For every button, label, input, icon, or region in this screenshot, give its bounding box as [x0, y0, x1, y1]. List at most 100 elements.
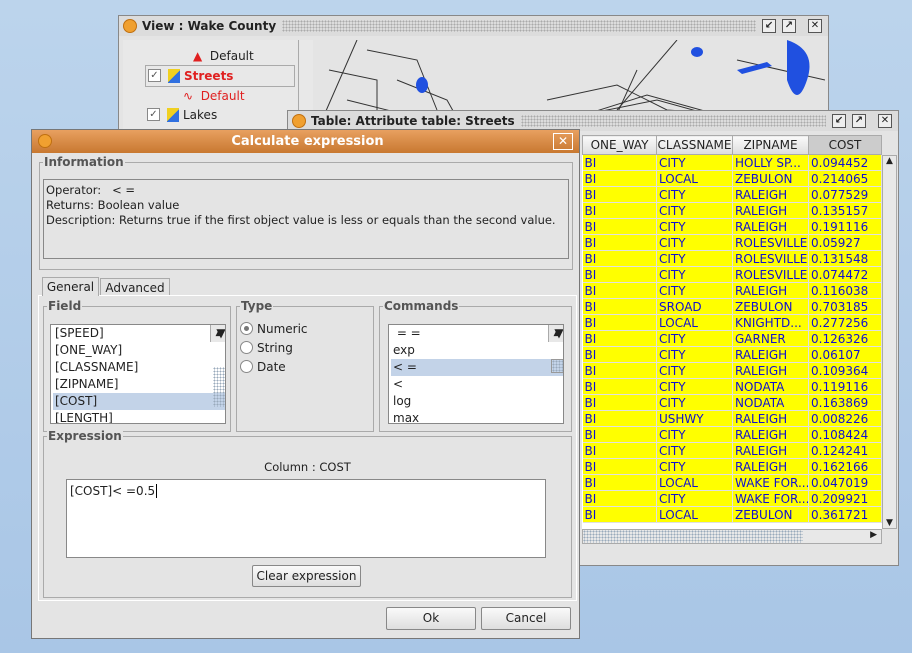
- table-cell[interactable]: 0.209921: [808, 490, 882, 507]
- table-cell[interactable]: BI: [582, 218, 657, 235]
- radio-icon[interactable]: [240, 322, 253, 335]
- command-item[interactable]: = =: [391, 325, 563, 342]
- table-cell[interactable]: 0.108424: [808, 426, 882, 443]
- table-cell[interactable]: NODATA: [732, 378, 809, 395]
- table-cell[interactable]: BI: [582, 314, 657, 331]
- table-cell[interactable]: CITY: [656, 362, 733, 379]
- table-cell[interactable]: 0.162166: [808, 458, 882, 475]
- table-cell[interactable]: 0.277256: [808, 314, 882, 331]
- radio-icon[interactable]: [240, 360, 253, 373]
- table-cell[interactable]: LOCAL: [656, 314, 733, 331]
- table-cell[interactable]: ROLESVILLE: [732, 234, 809, 251]
- field-item[interactable]: [CLASSNAME]: [53, 359, 225, 376]
- table-cell[interactable]: 0.135157: [808, 202, 882, 219]
- table-row[interactable]: BI CITY RALEIGH 0.06107: [582, 346, 882, 363]
- type-radio-date[interactable]: Date: [240, 357, 308, 376]
- table-cell[interactable]: 0.074472: [808, 266, 882, 283]
- column-header-zipname[interactable]: ZIPNAME: [732, 135, 809, 155]
- table-cell[interactable]: ZEBULON: [732, 170, 809, 187]
- table-cell[interactable]: CITY: [656, 394, 733, 411]
- table-cell[interactable]: KNIGHTD...: [732, 314, 809, 331]
- layer-checkbox[interactable]: ✓: [148, 69, 161, 82]
- table-cell[interactable]: 0.131548: [808, 250, 882, 267]
- command-item[interactable]: <: [391, 376, 563, 393]
- column-header-cost[interactable]: COST: [808, 135, 882, 155]
- field-list[interactable]: [SPEED] [ONE_WAY] [CLASSNAME] [ZIPNAME] [COS…: [50, 324, 226, 424]
- table-cell[interactable]: 0.119116: [808, 378, 882, 395]
- table-cell[interactable]: CITY: [656, 426, 733, 443]
- dialog-titlebar[interactable]: Calculate expression ✕: [32, 130, 579, 153]
- table-cell[interactable]: RALEIGH: [732, 410, 809, 427]
- close-icon[interactable]: ✕: [878, 114, 892, 128]
- table-cell[interactable]: BI: [582, 378, 657, 395]
- commands-list-scrollbar[interactable]: ▲ ▼: [548, 325, 563, 373]
- table-cell[interactable]: CITY: [656, 458, 733, 475]
- table-cell[interactable]: RALEIGH: [732, 282, 809, 299]
- table-row[interactable]: BI CITY RALEIGH 0.191116: [582, 218, 882, 235]
- table-cell[interactable]: RALEIGH: [732, 186, 809, 203]
- table-cell[interactable]: LOCAL: [656, 506, 733, 523]
- table-cell[interactable]: 0.094452: [808, 154, 882, 171]
- ok-button[interactable]: Ok: [386, 607, 476, 630]
- table-row[interactable]: BI LOCAL ZEBULON 0.361721: [582, 506, 882, 523]
- table-cell[interactable]: 0.077529: [808, 186, 882, 203]
- table-cell[interactable]: 0.361721: [808, 506, 882, 523]
- table-cell[interactable]: RALEIGH: [732, 346, 809, 363]
- table-cell[interactable]: BI: [582, 394, 657, 411]
- field-item[interactable]: [LENGTH]: [53, 410, 225, 423]
- table-cell[interactable]: BI: [582, 410, 657, 427]
- table-row[interactable]: BI CITY ROLESVILLE 0.05927: [582, 234, 882, 251]
- table-row[interactable]: BI CITY RALEIGH 0.077529: [582, 186, 882, 203]
- table-cell[interactable]: NODATA: [732, 394, 809, 411]
- table-row[interactable]: BI LOCAL WAKE FOR... 0.047019: [582, 474, 882, 491]
- table-cell[interactable]: BI: [582, 186, 657, 203]
- table-row[interactable]: BI CITY RALEIGH 0.135157: [582, 202, 882, 219]
- table-cell[interactable]: BI: [582, 170, 657, 187]
- table-cell[interactable]: GARNER: [732, 330, 809, 347]
- table-cell[interactable]: BI: [582, 458, 657, 475]
- table-horizontal-scrollbar[interactable]: ▶: [582, 529, 882, 544]
- tab-advanced[interactable]: Advanced: [100, 278, 170, 296]
- table-cell[interactable]: 0.05927: [808, 234, 882, 251]
- clear-expression-button[interactable]: Clear expression: [252, 565, 361, 587]
- close-icon[interactable]: ✕: [808, 19, 822, 33]
- table-cell[interactable]: LOCAL: [656, 474, 733, 491]
- maximize-icon[interactable]: ↗: [782, 19, 796, 33]
- table-cell[interactable]: CITY: [656, 346, 733, 363]
- view-titlebar[interactable]: View : Wake County ↙ ↗ ✕: [119, 16, 828, 36]
- table-cell[interactable]: BI: [582, 442, 657, 459]
- table-cell[interactable]: CITY: [656, 186, 733, 203]
- table-cell[interactable]: CITY: [656, 154, 733, 171]
- table-cell[interactable]: 0.06107: [808, 346, 882, 363]
- table-cell[interactable]: RALEIGH: [732, 442, 809, 459]
- table-row[interactable]: BI CITY RALEIGH 0.116038: [582, 282, 882, 299]
- table-cell[interactable]: USHWY: [656, 410, 733, 427]
- field-item[interactable]: [COST]: [53, 393, 225, 410]
- table-cell[interactable]: WAKE FOR...: [732, 490, 809, 507]
- table-cell[interactable]: CITY: [656, 330, 733, 347]
- table-cell[interactable]: 0.124241: [808, 442, 882, 459]
- table-cell[interactable]: ZEBULON: [732, 506, 809, 523]
- table-cell[interactable]: WAKE FOR...: [732, 474, 809, 491]
- table-row[interactable]: BI CITY ROLESVILLE 0.074472: [582, 266, 882, 283]
- type-radio-numeric[interactable]: Numeric: [240, 319, 308, 338]
- minimize-icon[interactable]: ↙: [762, 19, 776, 33]
- table-cell[interactable]: ROLESVILLE: [732, 266, 809, 283]
- table-cell[interactable]: CITY: [656, 202, 733, 219]
- table-cell[interactable]: BI: [582, 362, 657, 379]
- table-cell[interactable]: BI: [582, 298, 657, 315]
- table-cell[interactable]: CITY: [656, 266, 733, 283]
- table-row[interactable]: BI CITY ROLESVILLE 0.131548: [582, 250, 882, 267]
- field-item[interactable]: [ZIPNAME]: [53, 376, 225, 393]
- table-cell[interactable]: CITY: [656, 378, 733, 395]
- layer-streets[interactable]: ✓ Streets: [145, 65, 295, 87]
- table-cell[interactable]: BI: [582, 234, 657, 251]
- table-cell[interactable]: BI: [582, 330, 657, 347]
- cancel-button[interactable]: Cancel: [481, 607, 571, 630]
- layer-checkbox[interactable]: ✓: [147, 108, 160, 121]
- table-row[interactable]: BI LOCAL ZEBULON 0.214065: [582, 170, 882, 187]
- table-titlebar[interactable]: Table: Attribute table: Streets ↙ ↗ ✕: [288, 111, 898, 131]
- field-item[interactable]: [SPEED]: [53, 325, 225, 342]
- table-row[interactable]: BI CITY RALEIGH 0.162166: [582, 458, 882, 475]
- table-cell[interactable]: CITY: [656, 234, 733, 251]
